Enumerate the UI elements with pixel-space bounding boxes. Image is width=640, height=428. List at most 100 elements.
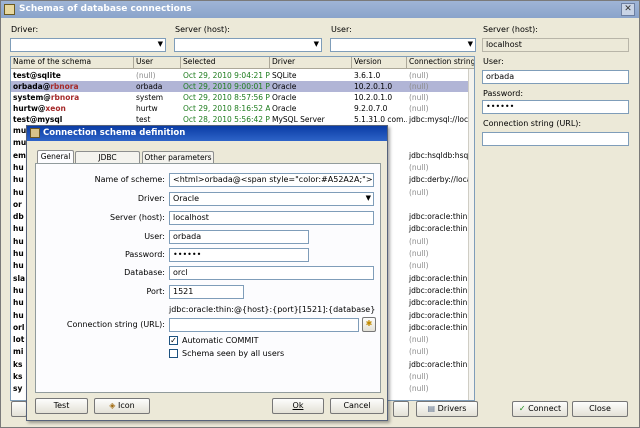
col-header-version[interactable]: Version [352, 57, 407, 69]
col-header-driver[interactable]: Driver [270, 57, 352, 69]
rp-user-field[interactable]: orbada [482, 70, 629, 84]
table-cell: system@rbnora [11, 92, 134, 103]
port-label: Port: [146, 287, 165, 296]
connection-string: (null) [409, 249, 429, 258]
user-filter-combo[interactable]: ▼ [330, 38, 476, 52]
dialog-titlebar: Connection schema definition [27, 126, 387, 141]
connection-string: jdbc:oracle:thin:@... [409, 273, 469, 283]
rp-server-label: Server (host): [483, 25, 538, 34]
seen-by-all-checkbox[interactable] [169, 349, 178, 358]
schema-name: hurtw@ [13, 104, 46, 113]
connection-schema-dialog: Connection schema definition General JDB… [26, 125, 388, 421]
database-icon [4, 4, 15, 15]
table-cell: Oct 29, 2010 9:04:21 PM [183, 71, 270, 80]
schema-host: xeon [45, 104, 66, 113]
schema-host: rbnora [50, 93, 80, 102]
schema-name: test@mysql [13, 115, 63, 124]
table-cell: 10.2.0.1.0 [354, 82, 393, 91]
table-cell: Oct 28, 2010 5:56:42 PM [183, 115, 270, 124]
icon-glyph-icon: ◈ [109, 401, 116, 410]
table-cell: Oracle [272, 93, 297, 102]
driver-combo[interactable]: Oracle ▼ [169, 192, 374, 206]
table-cell: orbada@rbnora [11, 81, 134, 92]
drivers-icon: ▤ [427, 404, 436, 413]
connection-string: (null) [409, 384, 429, 394]
connection-string: jdbc:oracle:thin:@... [409, 224, 469, 234]
table-cell: (null) [409, 82, 429, 91]
col-header-user[interactable]: User [134, 57, 181, 69]
password-field[interactable]: •••••• [169, 248, 309, 262]
col-header-name[interactable]: Name of the schema [11, 57, 134, 69]
connect-button[interactable]: ✓ Connect [512, 401, 568, 417]
connection-string: (null) [409, 372, 429, 381]
auto-commit-label: Automatic COMMIT [182, 336, 259, 345]
connstr-field[interactable] [169, 318, 359, 332]
server-field[interactable]: localhost [169, 211, 374, 225]
drivers-button[interactable]: ▤ Drivers [416, 401, 478, 417]
icon-button[interactable]: ◈ Icon [94, 398, 150, 414]
table-cell: 10.2.0.1.0 [354, 93, 393, 102]
table-cell: 5.1.31.0 com... [354, 115, 407, 124]
server-label: Server (host): [110, 213, 165, 222]
col-header-connstr[interactable]: Connection string [407, 57, 474, 69]
ok-button[interactable]: Ok [272, 398, 324, 414]
table-cell: (null) [136, 71, 156, 80]
table-scrollbar[interactable] [468, 69, 474, 400]
table-cell: (null) [409, 104, 429, 113]
table-cell: test [136, 115, 151, 124]
connection-string: (null) [409, 187, 429, 197]
server-filter-label: Server (host): [175, 25, 230, 34]
schema-name: test@sqlite [13, 71, 61, 80]
close-icon[interactable]: ✕ [621, 3, 635, 16]
table-row[interactable]: hurtw@xeon hurtw Oct 29, 2010 8:16:52 AM Or… [11, 103, 474, 114]
driver-filter-combo[interactable]: ▼ [10, 38, 166, 52]
bottom-left-button[interactable] [11, 401, 27, 417]
schema-name: system@ [13, 93, 51, 102]
close-button[interactable]: Close [572, 401, 628, 417]
ok-label: Ok [292, 401, 304, 410]
table-row[interactable]: test@mysql test Oct 28, 2010 5:56:42 PM MyS… [11, 114, 474, 125]
port-field[interactable]: 1521 [169, 285, 244, 299]
name-field[interactable]: <html>orbada@<span style="color:#A52A2A;… [169, 173, 374, 187]
col-header-selected[interactable]: Selected [181, 57, 270, 69]
test-label: Test [53, 401, 70, 410]
table-cell: (null) [409, 71, 429, 80]
user-field[interactable]: orbada [169, 230, 309, 244]
rp-password-field[interactable]: •••••• [482, 100, 629, 114]
rp-connstr-field[interactable] [482, 132, 629, 146]
tab-general[interactable]: General [37, 150, 74, 164]
table-row[interactable]: test@sqlite (null) Oct 29, 2010 9:04:21 PM… [11, 70, 474, 81]
window-title: Schemas of database connections [19, 4, 192, 14]
table-cell: Oct 29, 2010 8:16:52 AM [183, 104, 270, 113]
database-field[interactable]: orcl [169, 266, 374, 280]
password-label: Password: [124, 250, 165, 259]
table-row[interactable]: system@rbnora system Oct 29, 2010 8:57:56 … [11, 92, 474, 103]
connstr-label: Connection string (URL): [66, 320, 165, 329]
close-label: Close [589, 404, 611, 413]
chevron-down-icon: ▼ [365, 194, 371, 202]
check-icon: ✓ [518, 404, 526, 413]
cancel-button[interactable]: Cancel [330, 398, 384, 414]
connection-string: jdbc:oracle:thin:@... [409, 310, 469, 320]
connection-string: jdbc:oracle:thin:@... [409, 359, 469, 369]
chevron-down-icon: ▼ [467, 40, 473, 48]
table-cell: (null) [409, 93, 429, 102]
table-row[interactable]: orbada@rbnora orbada Oct 29, 2010 9:00:01 … [11, 81, 474, 92]
test-button[interactable]: Test [35, 398, 88, 414]
connection-string: jdbc:derby://localh... [409, 175, 469, 185]
rp-user-label: User: [483, 57, 504, 66]
table-cell: Oracle [272, 82, 297, 91]
bottom-mid-button[interactable] [393, 401, 409, 417]
icon-label: Icon [117, 401, 135, 410]
auto-commit-checkbox[interactable]: ✓ [169, 336, 178, 345]
driver-filter-label: Driver: [11, 25, 39, 34]
connection-string: jdbc:oracle:thin:@... [409, 298, 469, 308]
table-cell: test@mysql [11, 114, 134, 125]
table-cell: 9.2.0.7.0 [354, 104, 388, 113]
rp-connstr-label: Connection string (URL): [483, 119, 582, 128]
server-filter-combo[interactable]: ▼ [174, 38, 322, 52]
connection-template: jdbc:oracle:thin:@{host}:{port}[1521]:{d… [169, 305, 376, 314]
database-label: Database: [124, 268, 165, 277]
connstr-builder-button[interactable]: ✱ [362, 317, 376, 332]
table-cell: Oct 29, 2010 9:00:01 PM [183, 82, 270, 91]
